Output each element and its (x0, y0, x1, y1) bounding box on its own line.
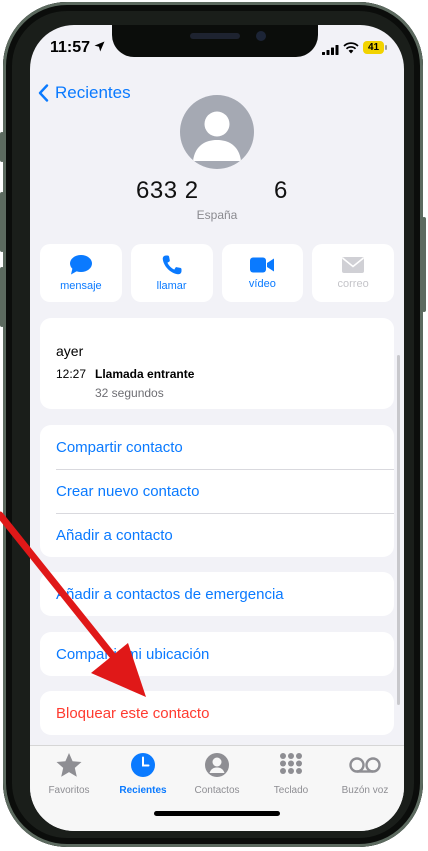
recent-call-day: ayer (56, 343, 84, 359)
wifi-icon (343, 42, 359, 54)
tab-favorites-label: Favoritos (48, 785, 90, 796)
status-time: 11:57 (50, 39, 91, 56)
tab-keypad-label: Teclado (273, 785, 309, 796)
share-contact-option[interactable]: Compartir contacto (40, 425, 394, 469)
block-contact-option[interactable]: Bloquear este contacto (40, 691, 394, 735)
tab-contacts[interactable]: Contactos (180, 752, 254, 796)
add-emergency-contact-option[interactable]: Añadir a contactos de emergencia (40, 572, 394, 616)
contact-number-part2: 6 (274, 177, 288, 204)
mail-label: correo (337, 278, 369, 290)
message-label: mensaje (60, 280, 102, 292)
person-silhouette-icon (193, 111, 241, 161)
back-label: Recientes (55, 83, 131, 102)
call-button[interactable]: llamar (130, 244, 213, 302)
tab-contacts-label: Contactos (194, 785, 240, 796)
recent-call-type: Llamada entrante (95, 367, 195, 381)
video-label: vídeo (248, 278, 276, 290)
emergency-group: Añadir a contactos de emergencia (40, 572, 394, 616)
keypad-icon (280, 753, 302, 774)
location-group: Compartir mi ubicación (40, 632, 394, 676)
star-icon (56, 753, 82, 777)
power-button (422, 217, 426, 312)
battery-indicator: 41 (363, 41, 384, 54)
contact-number-part1: 633 2 (136, 177, 199, 204)
location-arrow-icon (94, 41, 105, 52)
clock-icon (131, 753, 155, 777)
recent-call-card: ayer 12:27 Llamada entrante 32 segundos (40, 318, 394, 409)
back-button[interactable]: Recientes (38, 83, 131, 103)
recent-call-duration: 32 segundos (95, 386, 164, 400)
home-indicator[interactable] (154, 811, 280, 816)
call-label: llamar (156, 280, 187, 292)
recent-call-time: 12:27 (56, 367, 87, 381)
message-button[interactable]: mensaje (40, 244, 122, 302)
create-new-contact-option[interactable]: Crear nuevo contacto (40, 469, 394, 513)
side-button (0, 132, 4, 162)
tab-keypad[interactable]: Teclado (254, 752, 328, 796)
quick-actions: mensaje llamar vídeo correo (40, 244, 394, 302)
block-group: Bloquear este contacto (40, 691, 394, 735)
mail-button[interactable]: correo (312, 244, 394, 302)
contact-country: España (196, 208, 238, 222)
add-to-contact-option[interactable]: Añadir a contacto (40, 513, 394, 557)
cellular-signal-icon (322, 45, 339, 55)
video-button[interactable]: vídeo (221, 244, 304, 302)
chevron-left-icon (38, 84, 49, 102)
tab-recents[interactable]: Recientes (106, 752, 180, 796)
tab-voicemail-label: Buzón voz (341, 785, 389, 796)
tab-recents-label: Recientes (119, 785, 167, 796)
voicemail-icon (349, 757, 381, 773)
volume-down-button (0, 267, 4, 327)
avatar (180, 95, 254, 169)
message-bubble-icon (69, 255, 92, 275)
screen: 11:57 41 Recientes 633 2 6 España mensaj… (30, 25, 404, 831)
tab-favorites[interactable]: Favoritos (32, 752, 106, 796)
volume-up-button (0, 192, 4, 252)
battery-tip (385, 45, 387, 50)
notch (112, 25, 318, 57)
phone-frame: 11:57 41 Recientes 633 2 6 España mensaj… (0, 2, 426, 847)
tab-bar: Favoritos Recientes Contactos Teclado Bu… (30, 745, 404, 831)
speaker (190, 33, 240, 39)
video-camera-icon (250, 257, 275, 273)
contact-options-group: Compartir contacto Crear nuevo contacto … (40, 425, 394, 557)
tab-voicemail[interactable]: Buzón voz (328, 752, 402, 796)
mail-envelope-icon (342, 257, 365, 273)
front-camera (256, 31, 266, 41)
phone-icon (162, 255, 182, 275)
scrollbar[interactable] (397, 355, 400, 705)
share-location-option[interactable]: Compartir mi ubicación (40, 632, 394, 676)
person-circle-icon (205, 753, 229, 777)
